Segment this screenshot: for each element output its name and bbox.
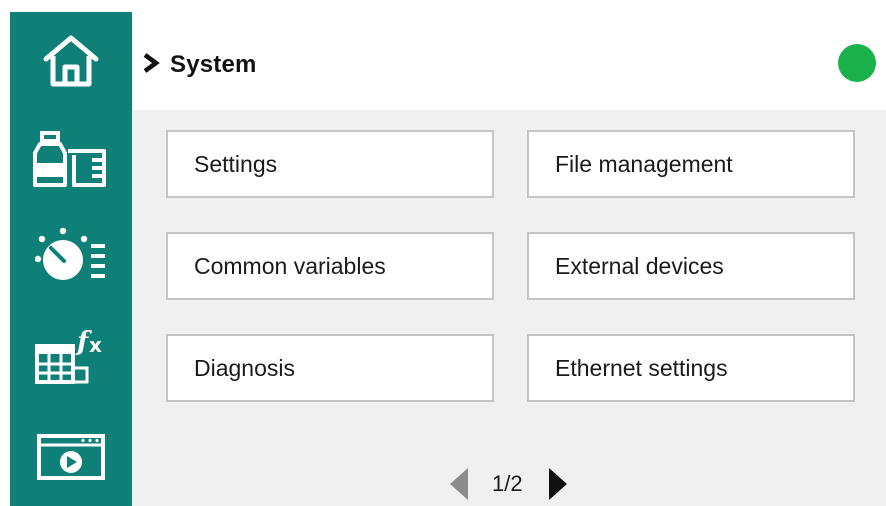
video-window-icon bbox=[35, 432, 107, 482]
bottle-beaker-icon bbox=[32, 129, 110, 189]
screen: f x System Settings File management Comm… bbox=[0, 0, 886, 506]
pagination: 1/2 bbox=[448, 462, 569, 506]
ethernet-settings-label: Ethernet settings bbox=[555, 354, 728, 381]
page-indicator: 1/2 bbox=[492, 471, 523, 496]
sidebar: f x bbox=[10, 12, 132, 506]
settings-label: Settings bbox=[194, 150, 278, 177]
external-devices-button[interactable]: External devices bbox=[527, 232, 855, 300]
svg-text:x: x bbox=[89, 333, 102, 357]
menu-panel: Settings File management Common variable… bbox=[132, 110, 886, 506]
home-icon bbox=[41, 32, 101, 90]
common-variables-label: Common variables bbox=[194, 252, 386, 279]
diagnosis-label: Diagnosis bbox=[194, 354, 295, 381]
common-variables-button[interactable]: Common variables bbox=[166, 232, 494, 300]
ethernet-settings-button[interactable]: Ethernet settings bbox=[527, 334, 855, 402]
diagnosis-button[interactable]: Diagnosis bbox=[166, 334, 494, 402]
breadcrumb: System bbox=[142, 48, 257, 82]
header: System bbox=[132, 12, 886, 110]
settings-button[interactable]: Settings bbox=[166, 130, 494, 198]
sidebar-item-table-fx[interactable]: f x bbox=[10, 310, 132, 400]
status-indicator bbox=[838, 44, 876, 82]
sidebar-item-bottle-beaker[interactable] bbox=[10, 114, 132, 204]
arrow-right-icon[interactable] bbox=[547, 466, 569, 502]
sidebar-item-timer-list[interactable] bbox=[10, 212, 132, 302]
arrow-left-icon[interactable] bbox=[448, 466, 470, 502]
timer-list-icon bbox=[35, 226, 107, 288]
table-fx-icon: f x bbox=[33, 324, 109, 386]
sidebar-item-video-window[interactable] bbox=[10, 408, 132, 506]
chevron-right-icon bbox=[142, 52, 160, 79]
sidebar-item-home[interactable] bbox=[10, 16, 132, 106]
file-management-label: File management bbox=[555, 150, 733, 177]
page-title: System bbox=[170, 51, 257, 78]
external-devices-label: External devices bbox=[555, 252, 724, 279]
file-management-button[interactable]: File management bbox=[527, 130, 855, 198]
